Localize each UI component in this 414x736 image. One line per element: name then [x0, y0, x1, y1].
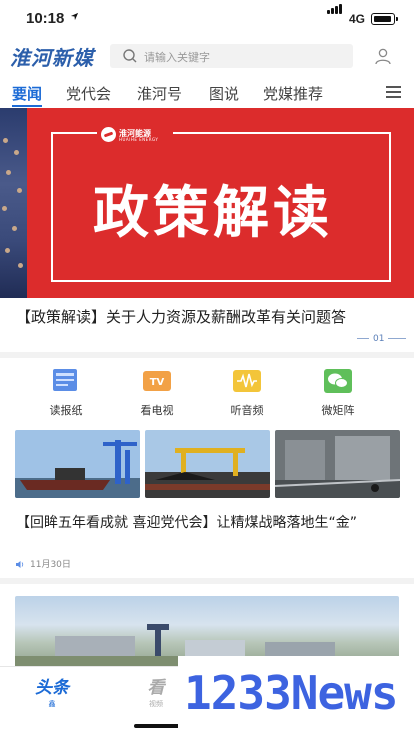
svg-text:TV: TV: [150, 377, 165, 388]
tv-icon: TV: [142, 368, 172, 394]
audio-icon: [232, 368, 262, 394]
article-photo[interactable]: [15, 430, 140, 498]
banner-brand: 淮河能源 HUAIHE ENERGY: [97, 127, 173, 143]
watermark: 1233News: [178, 656, 414, 736]
quick-link-newspaper[interactable]: 读报纸: [36, 368, 96, 418]
quick-link-tv[interactable]: TV 看电视: [127, 368, 187, 418]
divider: [0, 578, 414, 584]
banner-headline[interactable]: 【政策解读】关于人力资源及薪酬改革有关问题答: [16, 306, 414, 327]
category-tabs: 要闻 党代会 淮河号 图说 党媒推荐: [0, 76, 414, 108]
quick-link-label: 读报纸: [49, 404, 83, 417]
user-icon[interactable]: [374, 47, 392, 65]
article-photo[interactable]: [145, 430, 270, 498]
banner-pager: 01: [353, 334, 410, 344]
banner-brand-sub: HUAIHE ENERGY: [119, 137, 159, 142]
search-icon: [123, 49, 137, 63]
quick-link-label: 看电视: [140, 404, 174, 417]
battery-icon: [371, 13, 398, 25]
nav-sublabel: 鑫: [48, 700, 56, 708]
speaker-icon: [16, 561, 24, 568]
app-logo: 淮河新媒: [10, 46, 94, 70]
tab-tushuo[interactable]: 图说: [209, 83, 239, 104]
banner-image: 淮河能源 HUAIHE ENERGY 政策解读: [27, 108, 414, 298]
article-photo[interactable]: [275, 430, 400, 498]
status-time: 10:18: [26, 10, 65, 27]
banner-prev-image: [0, 108, 27, 298]
status-bar: 10:18 4G: [0, 0, 414, 40]
quick-link-audio[interactable]: 听音频: [217, 368, 277, 418]
banner-title: 政策解读: [93, 181, 333, 246]
article-title[interactable]: 【回眸五年看成就 喜迎党代会】让精煤战略落地生“金”: [16, 513, 401, 533]
article-date: 11月30日: [30, 560, 71, 570]
location-arrow-icon: [70, 12, 79, 21]
search-placeholder: 请输入关键字: [144, 51, 210, 64]
tab-huaihehao[interactable]: 淮河号: [137, 83, 182, 104]
quick-link-label: 听音频: [230, 404, 264, 417]
newspaper-icon: [51, 368, 81, 394]
network-type: 4G: [349, 12, 366, 26]
article-meta: 11月30日: [16, 557, 71, 570]
banner-carousel[interactable]: 淮河能源 HUAIHE ENERGY 政策解读: [0, 108, 414, 298]
watermark-text: 1233News: [184, 666, 399, 720]
tab-yaowen[interactable]: 要闻: [12, 83, 42, 104]
active-tab-indicator: [12, 105, 42, 107]
nav-sublabel: 视频: [149, 700, 163, 708]
banner-page-number: 01: [373, 334, 385, 344]
quick-link-label: 微矩阵: [321, 404, 355, 417]
nav-label: 头条: [35, 678, 69, 698]
app-header: 淮河新媒 请输入关键字: [0, 40, 414, 76]
wechat-icon: [323, 368, 353, 394]
quick-link-wechat[interactable]: 微矩阵: [308, 368, 368, 418]
nav-label: 看: [147, 678, 165, 698]
menu-icon[interactable]: [386, 86, 401, 98]
divider: [0, 352, 414, 358]
tab-dangmei-recommend[interactable]: 党媒推荐: [263, 83, 323, 104]
huaihe-energy-logo-icon: [101, 127, 116, 142]
nav-watch[interactable]: 看 视频: [126, 673, 186, 709]
nav-headlines[interactable]: 头条 鑫: [22, 673, 82, 709]
search-input[interactable]: 请输入关键字: [110, 44, 353, 68]
tab-dangdaihui[interactable]: 党代会: [66, 83, 111, 104]
